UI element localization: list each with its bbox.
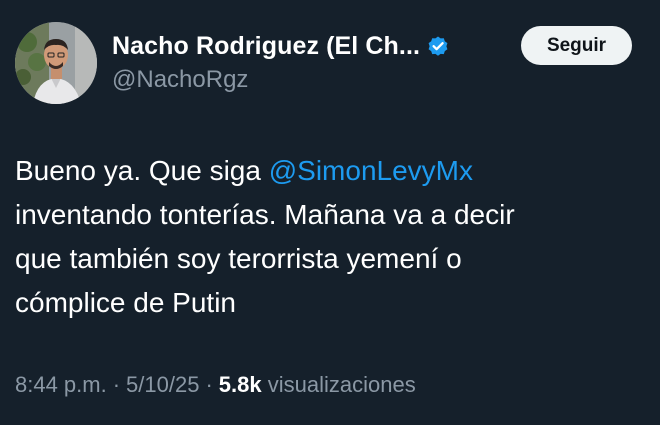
verified-badge-icon	[426, 34, 450, 58]
avatar-photo	[15, 22, 97, 104]
tweet-text-line: Bueno ya. Que siga @SimonLevyMx	[15, 149, 645, 193]
tweet-card: Nacho Rodriguez (El Ch... @NachoRgz Segu…	[0, 0, 660, 425]
author-display-name[interactable]: Nacho Rodriguez (El Ch...	[112, 32, 420, 61]
tweet-metadata: 8:44 p.m. · 5/10/25 · 5.8k visualizaciones	[15, 372, 416, 398]
author-name-row[interactable]: Nacho Rodriguez (El Ch...	[112, 30, 450, 62]
author-handle[interactable]: @NachoRgz	[112, 66, 248, 94]
tweet-text-line: que también soy terorrista yemení o	[15, 243, 462, 274]
separator: ·	[205, 372, 213, 397]
views-count: 5.8k	[218, 372, 262, 397]
tweet-text: Bueno ya. Que siga @SimonLevyMx inventan…	[15, 149, 645, 325]
mention-link[interactable]: @SimonLevyMx	[269, 155, 473, 186]
avatar[interactable]	[15, 22, 97, 104]
tweet-date[interactable]: 5/10/25	[126, 372, 199, 397]
follow-button[interactable]: Seguir	[521, 26, 632, 65]
tweet-time[interactable]: 8:44 p.m.	[15, 372, 107, 397]
views-label: visualizaciones	[267, 372, 416, 397]
separator: ·	[112, 372, 121, 397]
tweet-text-line: cómplice de Putin	[15, 287, 237, 318]
tweet-text-segment: Bueno ya. Que siga	[15, 155, 269, 186]
tweet-text-line: inventando tonterías. Mañana va a decir	[15, 199, 515, 230]
